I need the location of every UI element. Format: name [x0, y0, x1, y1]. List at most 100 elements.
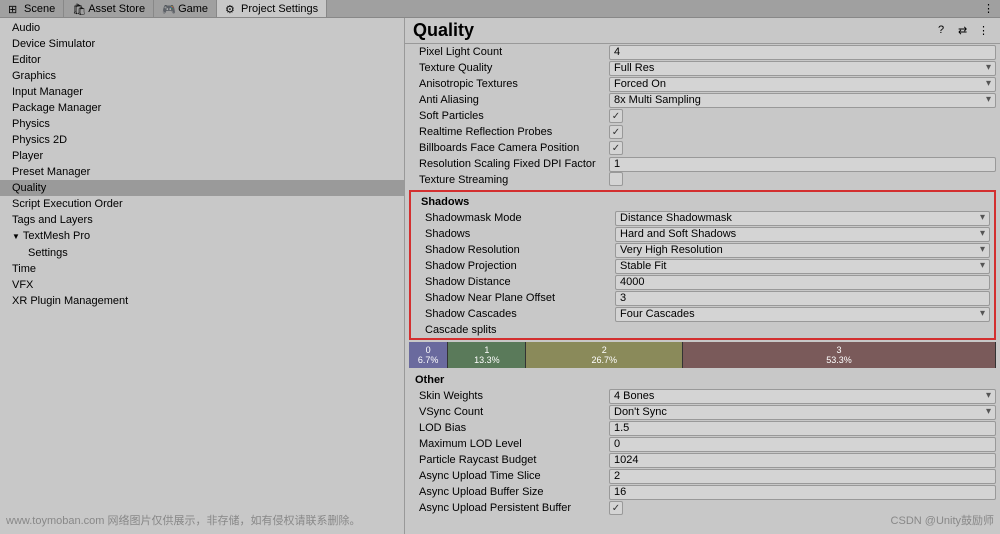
text-input[interactable]: 2 — [609, 469, 996, 484]
sidebar-item-player[interactable]: Player — [0, 148, 404, 164]
property-row: Billboards Face Camera Position — [405, 140, 1000, 156]
property-label: Async Upload Persistent Buffer — [409, 502, 609, 514]
property-row: VSync CountDon't Sync — [405, 404, 1000, 420]
tab-bar: ⊞Scene 🛍Asset Store 🎮Game ⚙Project Setti… — [0, 0, 1000, 18]
dropdown[interactable]: Hard and Soft Shadows — [615, 227, 990, 242]
checkbox[interactable] — [609, 141, 623, 155]
sidebar-item-package-manager[interactable]: Package Manager — [0, 100, 404, 116]
text-input[interactable]: 4000 — [615, 275, 990, 290]
property-row: Shadow Near Plane Offset3 — [411, 290, 994, 306]
dropdown[interactable]: 8x Multi Sampling — [609, 93, 996, 108]
property-row: Texture Streaming — [405, 172, 1000, 188]
checkbox[interactable] — [609, 172, 623, 186]
property-label: Shadow Near Plane Offset — [415, 292, 615, 304]
property-label: Cascade splits — [415, 324, 615, 336]
property-label: Realtime Reflection Probes — [409, 126, 609, 138]
property-row: Maximum LOD Level0 — [405, 436, 1000, 452]
text-input[interactable]: 4 — [609, 45, 996, 60]
text-input[interactable]: 1.5 — [609, 421, 996, 436]
sidebar-item-editor[interactable]: Editor — [0, 52, 404, 68]
settings-content: Quality ? ⇄ ⋮ Pixel Light Count4Texture … — [405, 18, 1000, 534]
text-input[interactable]: 16 — [609, 485, 996, 500]
text-input[interactable]: 0 — [609, 437, 996, 452]
text-input[interactable]: 1 — [609, 157, 996, 172]
property-row: Texture QualityFull Res — [405, 60, 1000, 76]
property-label: Particle Raycast Budget — [409, 454, 609, 466]
sidebar-item-time[interactable]: Time — [0, 261, 404, 277]
dropdown[interactable]: Four Cascades — [615, 307, 990, 322]
property-row: Soft Particles — [405, 108, 1000, 124]
property-row: Shadowmask ModeDistance Shadowmask — [411, 210, 994, 226]
preset-icon[interactable]: ⇄ — [958, 24, 972, 38]
checkbox[interactable] — [609, 501, 623, 515]
property-row: Async Upload Buffer Size16 — [405, 484, 1000, 500]
sidebar-item-quality[interactable]: Quality — [0, 180, 404, 196]
sidebar-item-audio[interactable]: Audio — [0, 20, 404, 36]
property-label: Maximum LOD Level — [409, 438, 609, 450]
property-label: Shadow Projection — [415, 260, 615, 272]
property-row: Shadow ProjectionStable Fit — [411, 258, 994, 274]
settings-sidebar: AudioDevice SimulatorEditorGraphicsInput… — [0, 18, 405, 534]
sidebar-item-xr-plugin-management[interactable]: XR Plugin Management — [0, 293, 404, 309]
text-input[interactable]: 3 — [615, 291, 990, 306]
property-row: Particle Raycast Budget1024 — [405, 452, 1000, 468]
tab-project-settings[interactable]: ⚙Project Settings — [217, 0, 327, 17]
checkbox[interactable] — [609, 125, 623, 139]
sidebar-item-physics[interactable]: Physics — [0, 116, 404, 132]
dropdown[interactable]: Forced On — [609, 77, 996, 92]
sidebar-item-textmesh-pro[interactable]: TextMesh Pro — [0, 228, 404, 245]
sidebar-item-device-simulator[interactable]: Device Simulator — [0, 36, 404, 52]
property-label: LOD Bias — [409, 422, 609, 434]
tab-game[interactable]: 🎮Game — [154, 0, 217, 17]
sidebar-item-settings[interactable]: Settings — [0, 245, 404, 261]
property-row: Shadow CascadesFour Cascades — [411, 306, 994, 322]
property-label: Skin Weights — [409, 390, 609, 402]
dropdown[interactable]: Stable Fit — [615, 259, 990, 274]
menu-icon[interactable]: ⋮ — [978, 24, 992, 38]
cascade-segment-2[interactable]: 226.7% — [526, 342, 683, 368]
property-row: Async Upload Time Slice2 — [405, 468, 1000, 484]
tab-scene[interactable]: ⊞Scene — [0, 0, 64, 17]
dropdown[interactable]: Full Res — [609, 61, 996, 76]
dropdown[interactable]: 4 Bones — [609, 389, 996, 404]
dropdown[interactable]: Don't Sync — [609, 405, 996, 420]
page-title: Quality — [413, 20, 474, 41]
watermark-right: CSDN @Unity鼓励师 — [891, 512, 994, 528]
text-input[interactable]: 1024 — [609, 453, 996, 468]
property-row: LOD Bias1.5 — [405, 420, 1000, 436]
settings-icon: ⚙ — [225, 3, 237, 15]
cascade-segment-3[interactable]: 353.3% — [683, 342, 996, 368]
tab-menu-icon[interactable]: ⋮ — [977, 0, 1000, 17]
sidebar-item-physics-2d[interactable]: Physics 2D — [0, 132, 404, 148]
scene-icon: ⊞ — [8, 3, 20, 15]
cascade-splits-bar[interactable]: 06.7%113.3%226.7%353.3% — [409, 342, 996, 368]
property-label: Billboards Face Camera Position — [409, 142, 609, 154]
tab-asset-store[interactable]: 🛍Asset Store — [64, 0, 154, 17]
property-row: Skin Weights4 Bones — [405, 388, 1000, 404]
property-row: Anti Aliasing8x Multi Sampling — [405, 92, 1000, 108]
property-label: Anisotropic Textures — [409, 78, 609, 90]
property-label: Shadows — [415, 228, 615, 240]
sidebar-item-vfx[interactable]: VFX — [0, 277, 404, 293]
sidebar-item-graphics[interactable]: Graphics — [0, 68, 404, 84]
property-row: Shadow Distance4000 — [411, 274, 994, 290]
property-row: Resolution Scaling Fixed DPI Factor1 — [405, 156, 1000, 172]
cascade-segment-0[interactable]: 06.7% — [409, 342, 448, 368]
property-label: Async Upload Buffer Size — [409, 486, 609, 498]
watermark-left: www.toymoban.com 网络图片仅供展示，非存储，如有侵权请联系删除。 — [6, 512, 360, 528]
game-icon: 🎮 — [162, 3, 174, 15]
sidebar-item-tags-and-layers[interactable]: Tags and Layers — [0, 212, 404, 228]
property-label: Async Upload Time Slice — [409, 470, 609, 482]
cascade-segment-1[interactable]: 113.3% — [448, 342, 526, 368]
property-label: Shadow Distance — [415, 276, 615, 288]
dropdown[interactable]: Distance Shadowmask — [615, 211, 990, 226]
help-icon[interactable]: ? — [938, 24, 952, 38]
property-label: Shadowmask Mode — [415, 212, 615, 224]
sidebar-item-script-execution-order[interactable]: Script Execution Order — [0, 196, 404, 212]
sidebar-item-input-manager[interactable]: Input Manager — [0, 84, 404, 100]
dropdown[interactable]: Very High Resolution — [615, 243, 990, 258]
sidebar-item-preset-manager[interactable]: Preset Manager — [0, 164, 404, 180]
property-row: ShadowsHard and Soft Shadows — [411, 226, 994, 242]
property-label: Soft Particles — [409, 110, 609, 122]
checkbox[interactable] — [609, 109, 623, 123]
